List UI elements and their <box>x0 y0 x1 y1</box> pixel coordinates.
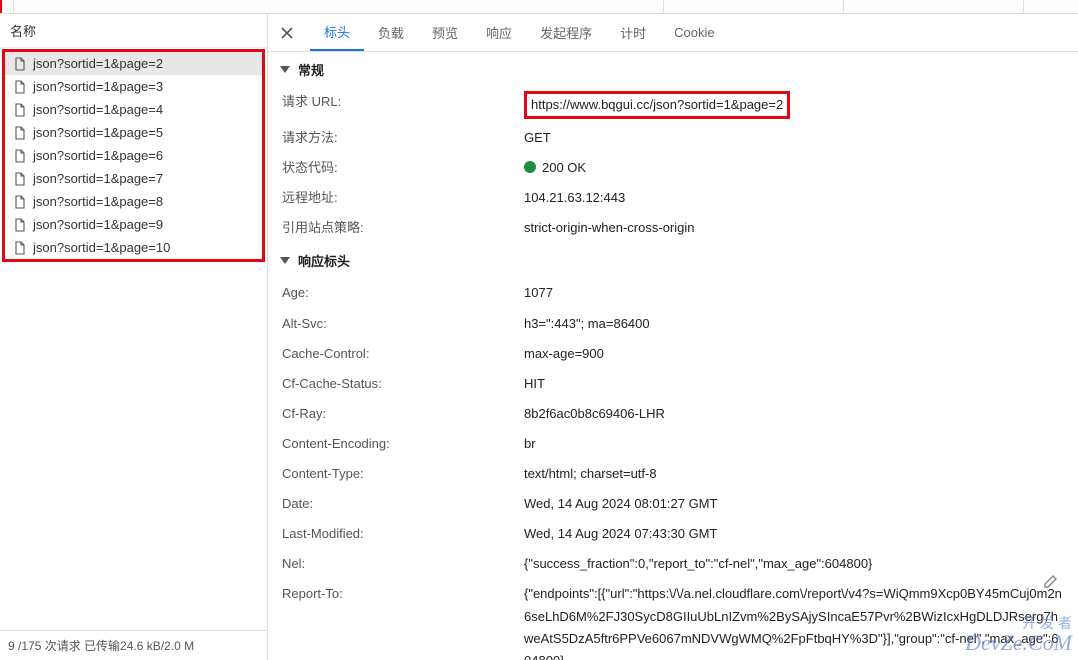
label-request-method: 请求方法: <box>282 127 524 149</box>
request-item[interactable]: json?sortid=1&page=8 <box>5 190 262 213</box>
status-dot-icon <box>524 161 536 173</box>
chevron-down-icon <box>280 257 290 264</box>
header-label: Cf-Ray: <box>282 403 524 425</box>
file-icon <box>13 80 27 94</box>
header-value: Wed, 14 Aug 2024 07:43:30 GMT <box>524 523 1064 545</box>
row-request-method: 请求方法: GET <box>268 123 1078 153</box>
tab-preview[interactable]: 预览 <box>418 14 472 51</box>
label-referrer-policy: 引用站点策略: <box>282 217 524 239</box>
request-item-label: json?sortid=1&page=3 <box>33 79 163 94</box>
file-icon <box>13 126 27 140</box>
tab-headers[interactable]: 标头 <box>310 14 364 51</box>
header-row-altsvc: Alt-Svc:h3=":443"; ma=86400 <box>268 309 1078 339</box>
request-item[interactable]: json?sortid=1&page=4 <box>5 98 262 121</box>
header-row-contentencoding: Content-Encoding:br <box>268 429 1078 459</box>
file-icon <box>13 149 27 163</box>
value-referrer-policy: strict-origin-when-cross-origin <box>524 217 1064 239</box>
value-status-code: 200 OK <box>524 157 1064 179</box>
header-value: 1077 <box>524 282 1064 304</box>
request-item[interactable]: json?sortid=1&page=5 <box>5 121 262 144</box>
header-value: h3=":443"; ma=86400 <box>524 313 1064 335</box>
header-label: Date: <box>282 493 524 515</box>
request-item[interactable]: json?sortid=1&page=6 <box>5 144 262 167</box>
file-icon <box>13 57 27 71</box>
close-icon[interactable] <box>274 20 300 46</box>
header-row-date: Date:Wed, 14 Aug 2024 08:01:27 GMT <box>268 489 1078 519</box>
tab-timing[interactable]: 计时 <box>606 14 660 51</box>
detail-tabs: 标头 负载 预览 响应 发起程序 计时 Cookie <box>268 14 1078 52</box>
section-response-headers-label: 响应标头 <box>298 251 350 270</box>
header-label: Cache-Control: <box>282 343 524 365</box>
header-label: Content-Encoding: <box>282 433 524 455</box>
row-request-url: 请求 URL: https://www.bqgui.cc/json?sortid… <box>268 87 1078 123</box>
label-status-code: 状态代码: <box>282 157 524 179</box>
header-label: Alt-Svc: <box>282 313 524 335</box>
header-value: br <box>524 433 1064 455</box>
request-item-label: json?sortid=1&page=4 <box>33 102 163 117</box>
section-general-label: 常规 <box>298 60 324 79</box>
header-value: 8b2f6ac0b8c69406-LHR <box>524 403 1064 425</box>
header-label: Content-Type: <box>282 463 524 485</box>
request-sidebar: 名称 json?sortid=1&page=2json?sortid=1&pag… <box>0 14 268 660</box>
file-icon <box>13 195 27 209</box>
file-icon <box>13 172 27 186</box>
file-icon <box>13 241 27 255</box>
tab-cookies[interactable]: Cookie <box>660 14 728 51</box>
edit-icon[interactable] <box>1042 572 1060 590</box>
tab-payload[interactable]: 负载 <box>364 14 418 51</box>
top-strip <box>0 0 1078 14</box>
header-row-cfray: Cf-Ray:8b2f6ac0b8c69406-LHR <box>268 399 1078 429</box>
request-item[interactable]: json?sortid=1&page=3 <box>5 75 262 98</box>
url-highlight: https://www.bqgui.cc/json?sortid=1&page=… <box>524 91 790 119</box>
value-request-url: https://www.bqgui.cc/json?sortid=1&page=… <box>524 91 1064 119</box>
header-row-age: Age:1077 <box>268 278 1078 308</box>
detail-panel: 标头 负载 预览 响应 发起程序 计时 Cookie 常规 请求 URL: ht… <box>268 14 1078 660</box>
header-row-lastmod: Last-Modified:Wed, 14 Aug 2024 07:43:30 … <box>268 519 1078 549</box>
header-row-cachecontrol: Cache-Control:max-age=900 <box>268 339 1078 369</box>
tab-response[interactable]: 响应 <box>472 14 526 51</box>
request-item-label: json?sortid=1&page=2 <box>33 56 163 71</box>
header-value: {"success_fraction":0,"report_to":"cf-ne… <box>524 553 1064 575</box>
file-icon <box>13 103 27 117</box>
request-item-label: json?sortid=1&page=7 <box>33 171 163 186</box>
header-label: Age: <box>282 282 524 304</box>
header-value: text/html; charset=utf-8 <box>524 463 1064 485</box>
request-item-label: json?sortid=1&page=6 <box>33 148 163 163</box>
sidebar-header: 名称 <box>0 14 267 48</box>
header-row-cfcachestatus: Cf-Cache-Status:HIT <box>268 369 1078 399</box>
row-referrer-policy: 引用站点策略: strict-origin-when-cross-origin <box>268 213 1078 243</box>
file-icon <box>13 218 27 232</box>
header-value: Wed, 14 Aug 2024 08:01:27 GMT <box>524 493 1064 515</box>
header-label: Cf-Cache-Status: <box>282 373 524 395</box>
request-item-label: json?sortid=1&page=5 <box>33 125 163 140</box>
header-row-contenttype: Content-Type:text/html; charset=utf-8 <box>268 459 1078 489</box>
header-value: {"endpoints":[{"url":"https:\/\/a.nel.cl… <box>524 583 1064 660</box>
row-status-code: 状态代码: 200 OK <box>268 153 1078 183</box>
request-item[interactable]: json?sortid=1&page=9 <box>5 213 262 236</box>
header-label: Last-Modified: <box>282 523 524 545</box>
request-item[interactable]: json?sortid=1&page=10 <box>5 236 262 259</box>
label-remote-address: 远程地址: <box>282 187 524 209</box>
value-remote-address: 104.21.63.12:443 <box>524 187 1064 209</box>
chevron-down-icon <box>280 66 290 73</box>
tab-initiator[interactable]: 发起程序 <box>526 14 606 51</box>
request-item-label: json?sortid=1&page=9 <box>33 217 163 232</box>
header-label: Nel: <box>282 553 524 575</box>
header-row-reportto: Report-To:{"endpoints":[{"url":"https:\/… <box>268 579 1078 660</box>
value-request-method: GET <box>524 127 1064 149</box>
header-label: Report-To: <box>282 583 524 660</box>
request-item-label: json?sortid=1&page=10 <box>33 240 170 255</box>
request-item-label: json?sortid=1&page=8 <box>33 194 163 209</box>
label-request-url: 请求 URL: <box>282 91 524 119</box>
sidebar-footer: 9 /175 次请求 已传输24.6 kB/2.0 M <box>0 630 267 660</box>
request-item[interactable]: json?sortid=1&page=7 <box>5 167 262 190</box>
row-remote-address: 远程地址: 104.21.63.12:443 <box>268 183 1078 213</box>
section-response-headers[interactable]: 响应标头 <box>268 243 1078 278</box>
request-item[interactable]: json?sortid=1&page=2 <box>5 52 262 75</box>
header-value: max-age=900 <box>524 343 1064 365</box>
section-general[interactable]: 常规 <box>268 52 1078 87</box>
header-value: HIT <box>524 373 1064 395</box>
request-list: json?sortid=1&page=2 json?sortid=1&page=3… <box>2 49 265 262</box>
header-row-nel: Nel:{"success_fraction":0,"report_to":"c… <box>268 549 1078 579</box>
